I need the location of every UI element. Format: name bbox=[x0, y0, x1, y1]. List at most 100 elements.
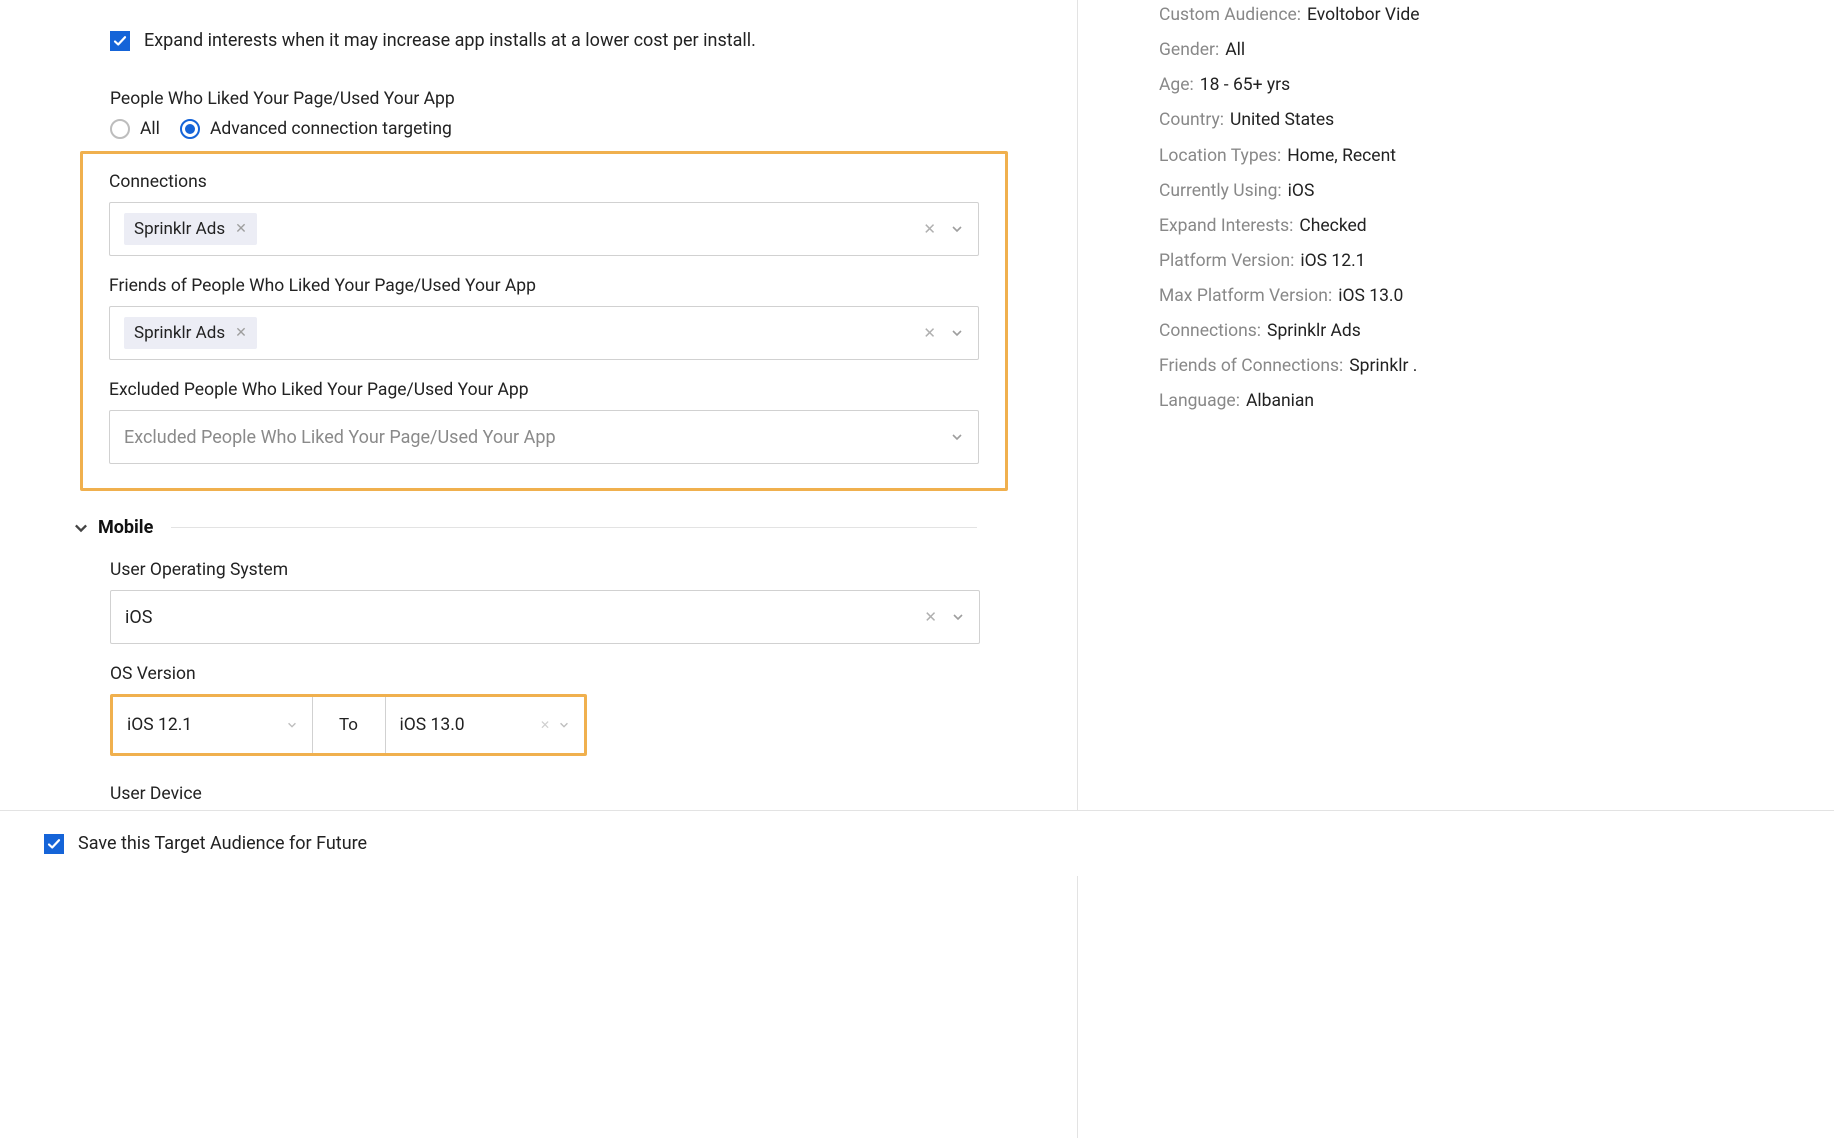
summary-key: Expand Interests: bbox=[1159, 213, 1293, 240]
chevron-down-icon[interactable] bbox=[950, 430, 964, 444]
main-form-area: Expand interests when it may increase ap… bbox=[0, 0, 1078, 1138]
os-to-value: iOS 13.0 bbox=[400, 715, 465, 735]
user-device-label: User Device bbox=[110, 784, 1077, 804]
summary-country: Country: United States bbox=[1159, 107, 1834, 134]
summary-friends-connections: Friends of Connections: Sprinklr . bbox=[1159, 353, 1834, 380]
connections-highlight-box: Connections Sprinklr Ads ✕ ✕ Friends of … bbox=[80, 151, 1008, 491]
friends-field: Friends of People Who Liked Your Page/Us… bbox=[109, 276, 979, 360]
summary-connections: Connections: Sprinklr Ads bbox=[1159, 318, 1834, 345]
chevron-down-icon bbox=[72, 519, 90, 537]
os-to-select[interactable]: iOS 13.0 ✕ bbox=[385, 697, 585, 753]
summary-currently-using: Currently Using: iOS bbox=[1159, 178, 1834, 205]
friends-combobox[interactable]: Sprinklr Ads ✕ ✕ bbox=[109, 306, 979, 360]
connections-field: Connections Sprinklr Ads ✕ ✕ bbox=[109, 172, 979, 256]
check-icon bbox=[47, 837, 61, 851]
os-version-range: iOS 12.1 To iOS 13.0 ✕ bbox=[110, 694, 587, 756]
summary-val: iOS 13.0 bbox=[1338, 283, 1403, 310]
connection-targeting-radios: All Advanced connection targeting bbox=[110, 119, 1077, 139]
summary-key: Max Platform Version: bbox=[1159, 283, 1332, 310]
summary-val: Evoltobor Vide bbox=[1307, 2, 1419, 29]
excluded-content: Excluded People Who Liked Your Page/Used… bbox=[124, 427, 950, 448]
friends-chip-0: Sprinklr Ads ✕ bbox=[124, 317, 257, 349]
os-from-value: iOS 12.1 bbox=[127, 715, 192, 735]
radio-all-label: All bbox=[140, 119, 160, 139]
user-os-field: User Operating System iOS ✕ bbox=[110, 560, 1077, 644]
radio-all[interactable]: All bbox=[110, 119, 160, 139]
expand-interests-checkbox[interactable] bbox=[110, 31, 130, 51]
summary-key: Friends of Connections: bbox=[1159, 353, 1343, 380]
summary-val: Sprinklr . bbox=[1349, 353, 1417, 380]
summary-val: All bbox=[1225, 37, 1245, 64]
summary-val: iOS 12.1 bbox=[1300, 248, 1365, 275]
chevron-down-icon[interactable] bbox=[286, 719, 298, 731]
summary-key: Custom Audience: bbox=[1159, 2, 1301, 29]
summary-platform-version: Platform Version: iOS 12.1 bbox=[1159, 248, 1834, 275]
excluded-placeholder: Excluded People Who Liked Your Page/Used… bbox=[124, 427, 556, 448]
combo-controls: ✕ bbox=[923, 220, 964, 238]
summary-key: Connections: bbox=[1159, 318, 1261, 345]
divider bbox=[171, 527, 977, 528]
connections-chips: Sprinklr Ads ✕ bbox=[124, 213, 923, 245]
summary-key: Currently Using: bbox=[1159, 178, 1282, 205]
chip-remove-icon[interactable]: ✕ bbox=[235, 325, 247, 341]
clear-icon[interactable]: ✕ bbox=[923, 324, 936, 342]
summary-key: Country: bbox=[1159, 107, 1224, 134]
summary-val: Sprinklr Ads bbox=[1267, 318, 1361, 345]
os-version-field: OS Version iOS 12.1 To iOS 13.0 ✕ bbox=[110, 664, 1077, 756]
combo-controls: ✕ bbox=[924, 608, 965, 626]
summary-val: Home, Recent bbox=[1287, 143, 1396, 170]
user-os-combobox[interactable]: iOS ✕ bbox=[110, 590, 980, 644]
chevron-down-icon[interactable] bbox=[558, 719, 570, 731]
connections-chip-0: Sprinklr Ads ✕ bbox=[124, 213, 257, 245]
clear-icon[interactable]: ✕ bbox=[923, 220, 936, 238]
os-to-controls: ✕ bbox=[540, 718, 570, 732]
clear-icon[interactable]: ✕ bbox=[924, 608, 937, 626]
user-os-value: iOS bbox=[125, 607, 152, 628]
os-from-select[interactable]: iOS 12.1 bbox=[113, 697, 313, 753]
mobile-accordion-header[interactable]: Mobile bbox=[72, 517, 977, 538]
radio-advanced[interactable]: Advanced connection targeting bbox=[180, 119, 452, 139]
chip-remove-icon[interactable]: ✕ bbox=[235, 221, 247, 237]
chevron-down-icon[interactable] bbox=[951, 610, 965, 624]
expand-interests-row: Expand interests when it may increase ap… bbox=[110, 30, 1077, 51]
summary-key: Age: bbox=[1159, 72, 1194, 99]
clear-icon[interactable]: ✕ bbox=[540, 718, 550, 732]
summary-val: iOS bbox=[1288, 178, 1315, 205]
os-from-controls bbox=[286, 719, 298, 731]
combo-controls bbox=[950, 430, 964, 444]
chip-label: Sprinklr Ads bbox=[134, 219, 225, 239]
summary-age: Age: 18 - 65+ yrs bbox=[1159, 72, 1834, 99]
connections-label: Connections bbox=[109, 172, 979, 192]
summary-val: Albanian bbox=[1246, 388, 1314, 415]
summary-location-types: Location Types: Home, Recent bbox=[1159, 143, 1834, 170]
radio-all-circle bbox=[110, 119, 130, 139]
connections-combobox[interactable]: Sprinklr Ads ✕ ✕ bbox=[109, 202, 979, 256]
chevron-down-icon[interactable] bbox=[950, 222, 964, 236]
summary-val: 18 - 65+ yrs bbox=[1200, 72, 1290, 99]
excluded-label: Excluded People Who Liked Your Page/Used… bbox=[109, 380, 979, 400]
summary-key: Platform Version: bbox=[1159, 248, 1294, 275]
people-section-heading: People Who Liked Your Page/Used Your App bbox=[110, 89, 1077, 109]
expand-interests-label: Expand interests when it may increase ap… bbox=[144, 30, 756, 51]
radio-advanced-label: Advanced connection targeting bbox=[210, 119, 452, 139]
chevron-down-icon[interactable] bbox=[950, 326, 964, 340]
check-icon bbox=[113, 34, 127, 48]
summary-val: United States bbox=[1230, 107, 1334, 134]
summary-gender: Gender: All bbox=[1159, 37, 1834, 64]
targeting-summary-sidebar: Custom Audience: Evoltobor Vide Gender: … bbox=[1159, 0, 1834, 424]
summary-language: Language: Albanian bbox=[1159, 388, 1834, 415]
summary-val: Checked bbox=[1299, 213, 1366, 240]
save-audience-checkbox[interactable] bbox=[44, 834, 64, 854]
summary-key: Language: bbox=[1159, 388, 1240, 415]
summary-key: Location Types: bbox=[1159, 143, 1281, 170]
combo-controls: ✕ bbox=[923, 324, 964, 342]
friends-label: Friends of People Who Liked Your Page/Us… bbox=[109, 276, 979, 296]
os-to-label: To bbox=[313, 697, 385, 753]
chip-label: Sprinklr Ads bbox=[134, 323, 225, 343]
excluded-combobox[interactable]: Excluded People Who Liked Your Page/Used… bbox=[109, 410, 979, 464]
user-os-content: iOS bbox=[125, 607, 924, 628]
save-audience-label: Save this Target Audience for Future bbox=[78, 833, 367, 854]
summary-custom-audience: Custom Audience: Evoltobor Vide bbox=[1159, 2, 1834, 29]
radio-advanced-circle bbox=[180, 119, 200, 139]
excluded-field: Excluded People Who Liked Your Page/Used… bbox=[109, 380, 979, 464]
